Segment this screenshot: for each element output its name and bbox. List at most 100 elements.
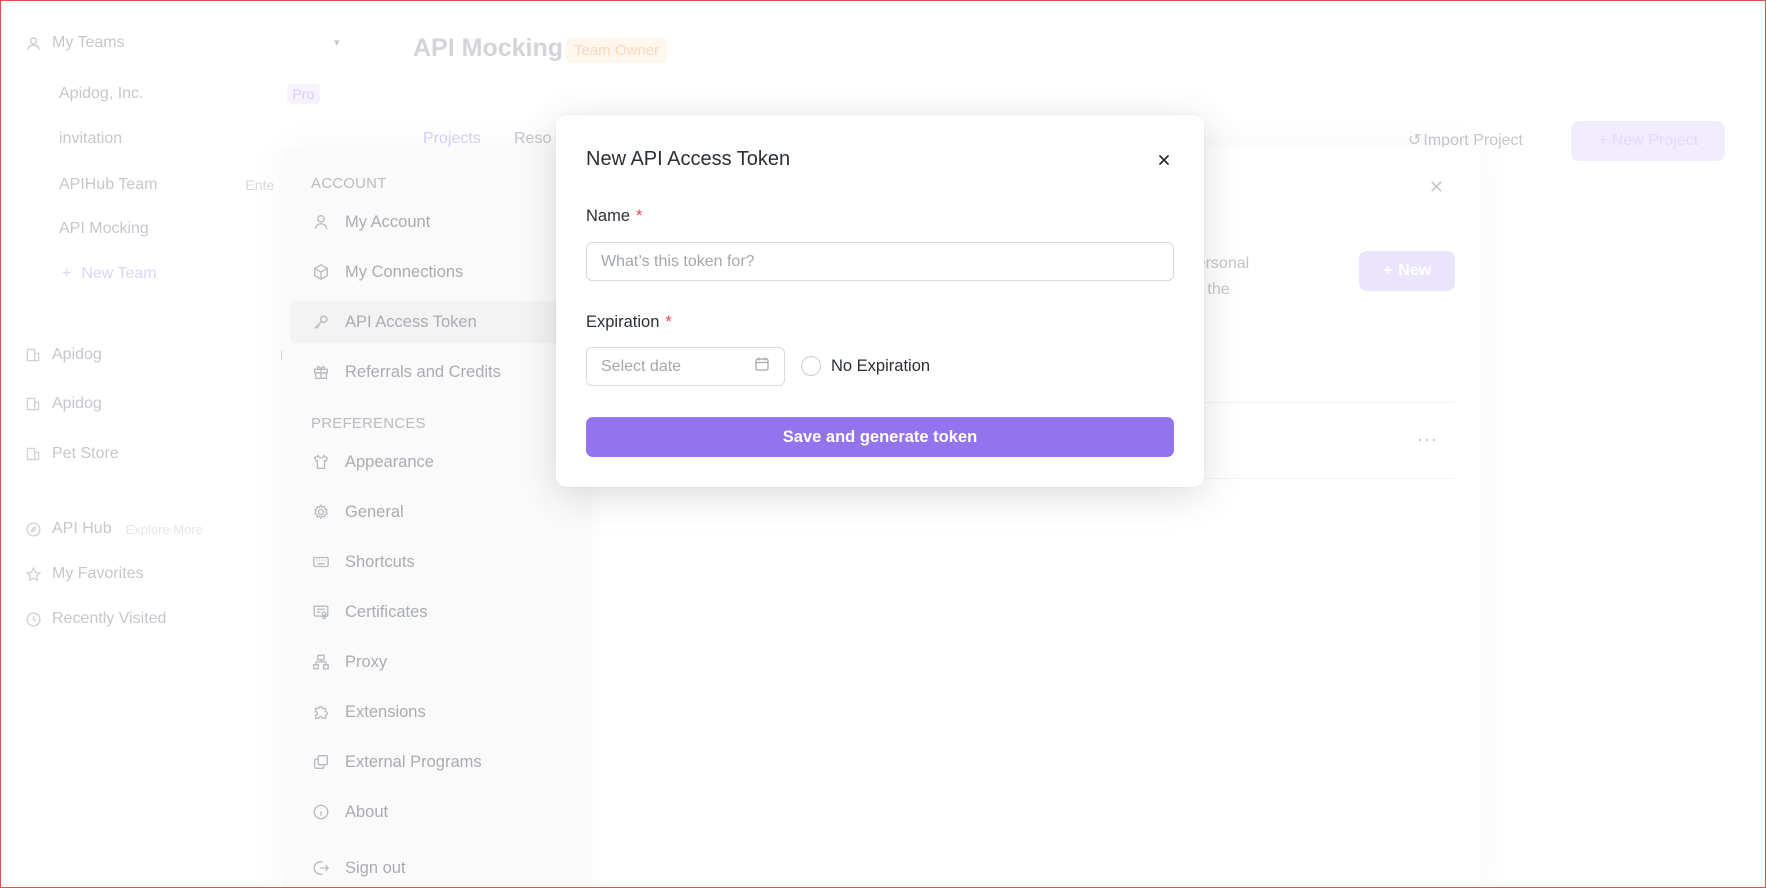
new-project-button[interactable]: + New Project xyxy=(1571,121,1725,161)
expiration-label-text: Expiration xyxy=(586,313,660,331)
building-icon xyxy=(24,395,42,413)
settings-item-extensions[interactable]: Extensions xyxy=(290,691,580,733)
settings-item-label: Appearance xyxy=(345,452,434,471)
settings-group-preferences: PREFERENCES xyxy=(311,415,426,432)
no-expiration-label: No Expiration xyxy=(831,356,931,375)
settings-item-label: Proxy xyxy=(345,652,388,671)
building-icon xyxy=(24,445,42,463)
calendar-icon xyxy=(754,356,770,377)
settings-item-label: Shortcuts xyxy=(345,552,415,571)
settings-item-general[interactable]: General xyxy=(290,491,580,533)
required-marker: * xyxy=(665,313,672,331)
team-plan-badge: Ente xyxy=(245,177,275,193)
sidebar-recently-visited[interactable]: Recently Visited xyxy=(24,610,166,628)
sidebar-api-hub[interactable]: API Hub Explore More xyxy=(24,520,203,538)
settings-item-referrals-and-credits[interactable]: Referrals and Credits xyxy=(290,351,580,393)
dialog-title: New API Access Token xyxy=(586,148,791,170)
page-title: API Mocking xyxy=(413,34,564,62)
explore-more-badge: Explore More xyxy=(125,521,203,537)
new-team-label: New Team xyxy=(81,265,157,282)
my-teams-header[interactable]: My Teams ▾ xyxy=(24,34,340,52)
settings-group-account: ACCOUNT xyxy=(311,175,387,192)
settings-item-label: External Programs xyxy=(345,752,482,771)
name-label: Name * xyxy=(586,207,642,226)
settings-item-label: Referrals and Credits xyxy=(345,362,501,381)
settings-item-my-connections[interactable]: My Connections xyxy=(290,251,580,293)
settings-item-label: Certificates xyxy=(345,602,428,621)
sign-out-icon xyxy=(311,858,331,878)
clock-icon xyxy=(24,610,42,628)
settings-item-label: API Access Token xyxy=(345,312,477,331)
expiration-date-picker[interactable]: Select date xyxy=(586,347,785,386)
settings-item-api-access-token[interactable]: API Access Token xyxy=(290,301,580,343)
chevron-down-icon[interactable]: ▾ xyxy=(334,36,340,49)
api-hub-label: API Hub xyxy=(52,520,112,537)
compass-icon xyxy=(24,520,42,538)
new-token-dialog: New API Access Token Name * Expiration * S… xyxy=(556,115,1204,487)
settings-nav: ACCOUNT My Account My Connections API Ac… xyxy=(282,147,592,888)
user-icon xyxy=(311,212,331,232)
star-icon xyxy=(24,565,42,583)
settings-item-label: My Connections xyxy=(345,262,464,281)
sidebar-project-item[interactable]: Pet Store xyxy=(24,445,119,463)
team-label: APIHub Team xyxy=(59,176,158,193)
recently-visited-label: Recently Visited xyxy=(52,610,167,627)
sidebar-team-item[interactable]: API Mocking xyxy=(59,220,149,238)
close-icon[interactable] xyxy=(1153,149,1175,171)
name-label-text: Name xyxy=(586,207,631,225)
tab-resources[interactable]: Reso xyxy=(514,130,551,148)
settings-item-proxy[interactable]: Proxy xyxy=(290,641,580,683)
role-badge: Team Owner xyxy=(566,38,668,63)
settings-item-shortcuts[interactable]: Shortcuts xyxy=(290,541,580,583)
sidebar-project-item[interactable]: Apidog xyxy=(24,395,102,413)
date-placeholder: Select date xyxy=(601,357,682,375)
my-favorites-label: My Favorites xyxy=(52,565,144,582)
project-label: Pet Store xyxy=(52,445,119,462)
keyboard-icon xyxy=(311,552,331,572)
more-options-icon[interactable]: ··· xyxy=(1417,429,1438,450)
sidebar-project-item[interactable]: Apidog Ent xyxy=(24,345,307,365)
puzzle-icon xyxy=(311,702,331,722)
settings-item-my-account[interactable]: My Account xyxy=(290,201,580,243)
tab-projects[interactable]: Projects xyxy=(423,130,481,148)
sidebar-team-item[interactable]: APIHub Team Ente xyxy=(59,175,280,195)
settings-item-label: My Account xyxy=(345,212,431,231)
settings-item-about[interactable]: About xyxy=(290,791,580,833)
building-icon xyxy=(24,346,42,364)
save-and-generate-button[interactable]: Save and generate token xyxy=(586,417,1174,457)
no-expiration-option[interactable]: No Expiration xyxy=(801,356,930,376)
settings-item-certificates[interactable]: Certificates xyxy=(290,591,580,633)
my-teams-label: My Teams xyxy=(52,34,125,51)
cube-icon xyxy=(311,262,331,282)
settings-close-icon[interactable]: ✕ xyxy=(1429,177,1444,198)
sidebar-team-item[interactable]: Apidog, Inc. Pro xyxy=(59,84,321,104)
settings-item-sign-out[interactable]: Sign out xyxy=(290,847,580,888)
settings-item-label: Sign out xyxy=(345,858,406,877)
new-token-button[interactable]: + New xyxy=(1359,251,1455,291)
new-team-button[interactable]: + New Team xyxy=(62,265,157,283)
project-label: Apidog xyxy=(52,395,102,412)
team-icon xyxy=(24,34,42,52)
no-expiration-radio[interactable] xyxy=(801,356,821,376)
sidebar-team-item[interactable]: invitation xyxy=(59,130,122,148)
expiration-label: Expiration * xyxy=(586,313,672,332)
team-label: invitation xyxy=(59,130,123,147)
plus-icon: + xyxy=(62,265,72,282)
key-icon xyxy=(311,312,331,332)
sidebar-my-favorites[interactable]: My Favorites xyxy=(24,565,144,583)
gear-icon xyxy=(311,502,331,522)
settings-item-label: About xyxy=(345,802,389,821)
name-input[interactable] xyxy=(586,242,1174,281)
settings-item-label: Extensions xyxy=(345,702,426,721)
settings-item-label: General xyxy=(345,502,404,521)
settings-item-appearance[interactable]: Appearance xyxy=(290,441,580,483)
network-icon xyxy=(311,652,331,672)
programs-icon xyxy=(311,752,331,772)
required-marker: * xyxy=(636,207,643,225)
settings-item-external-programs[interactable]: External Programs xyxy=(290,741,580,783)
new-token-label: New xyxy=(1398,262,1432,279)
shirt-icon xyxy=(311,452,331,472)
plus-icon: + xyxy=(1382,262,1393,279)
gift-icon xyxy=(311,362,331,382)
certificate-icon xyxy=(311,602,331,622)
